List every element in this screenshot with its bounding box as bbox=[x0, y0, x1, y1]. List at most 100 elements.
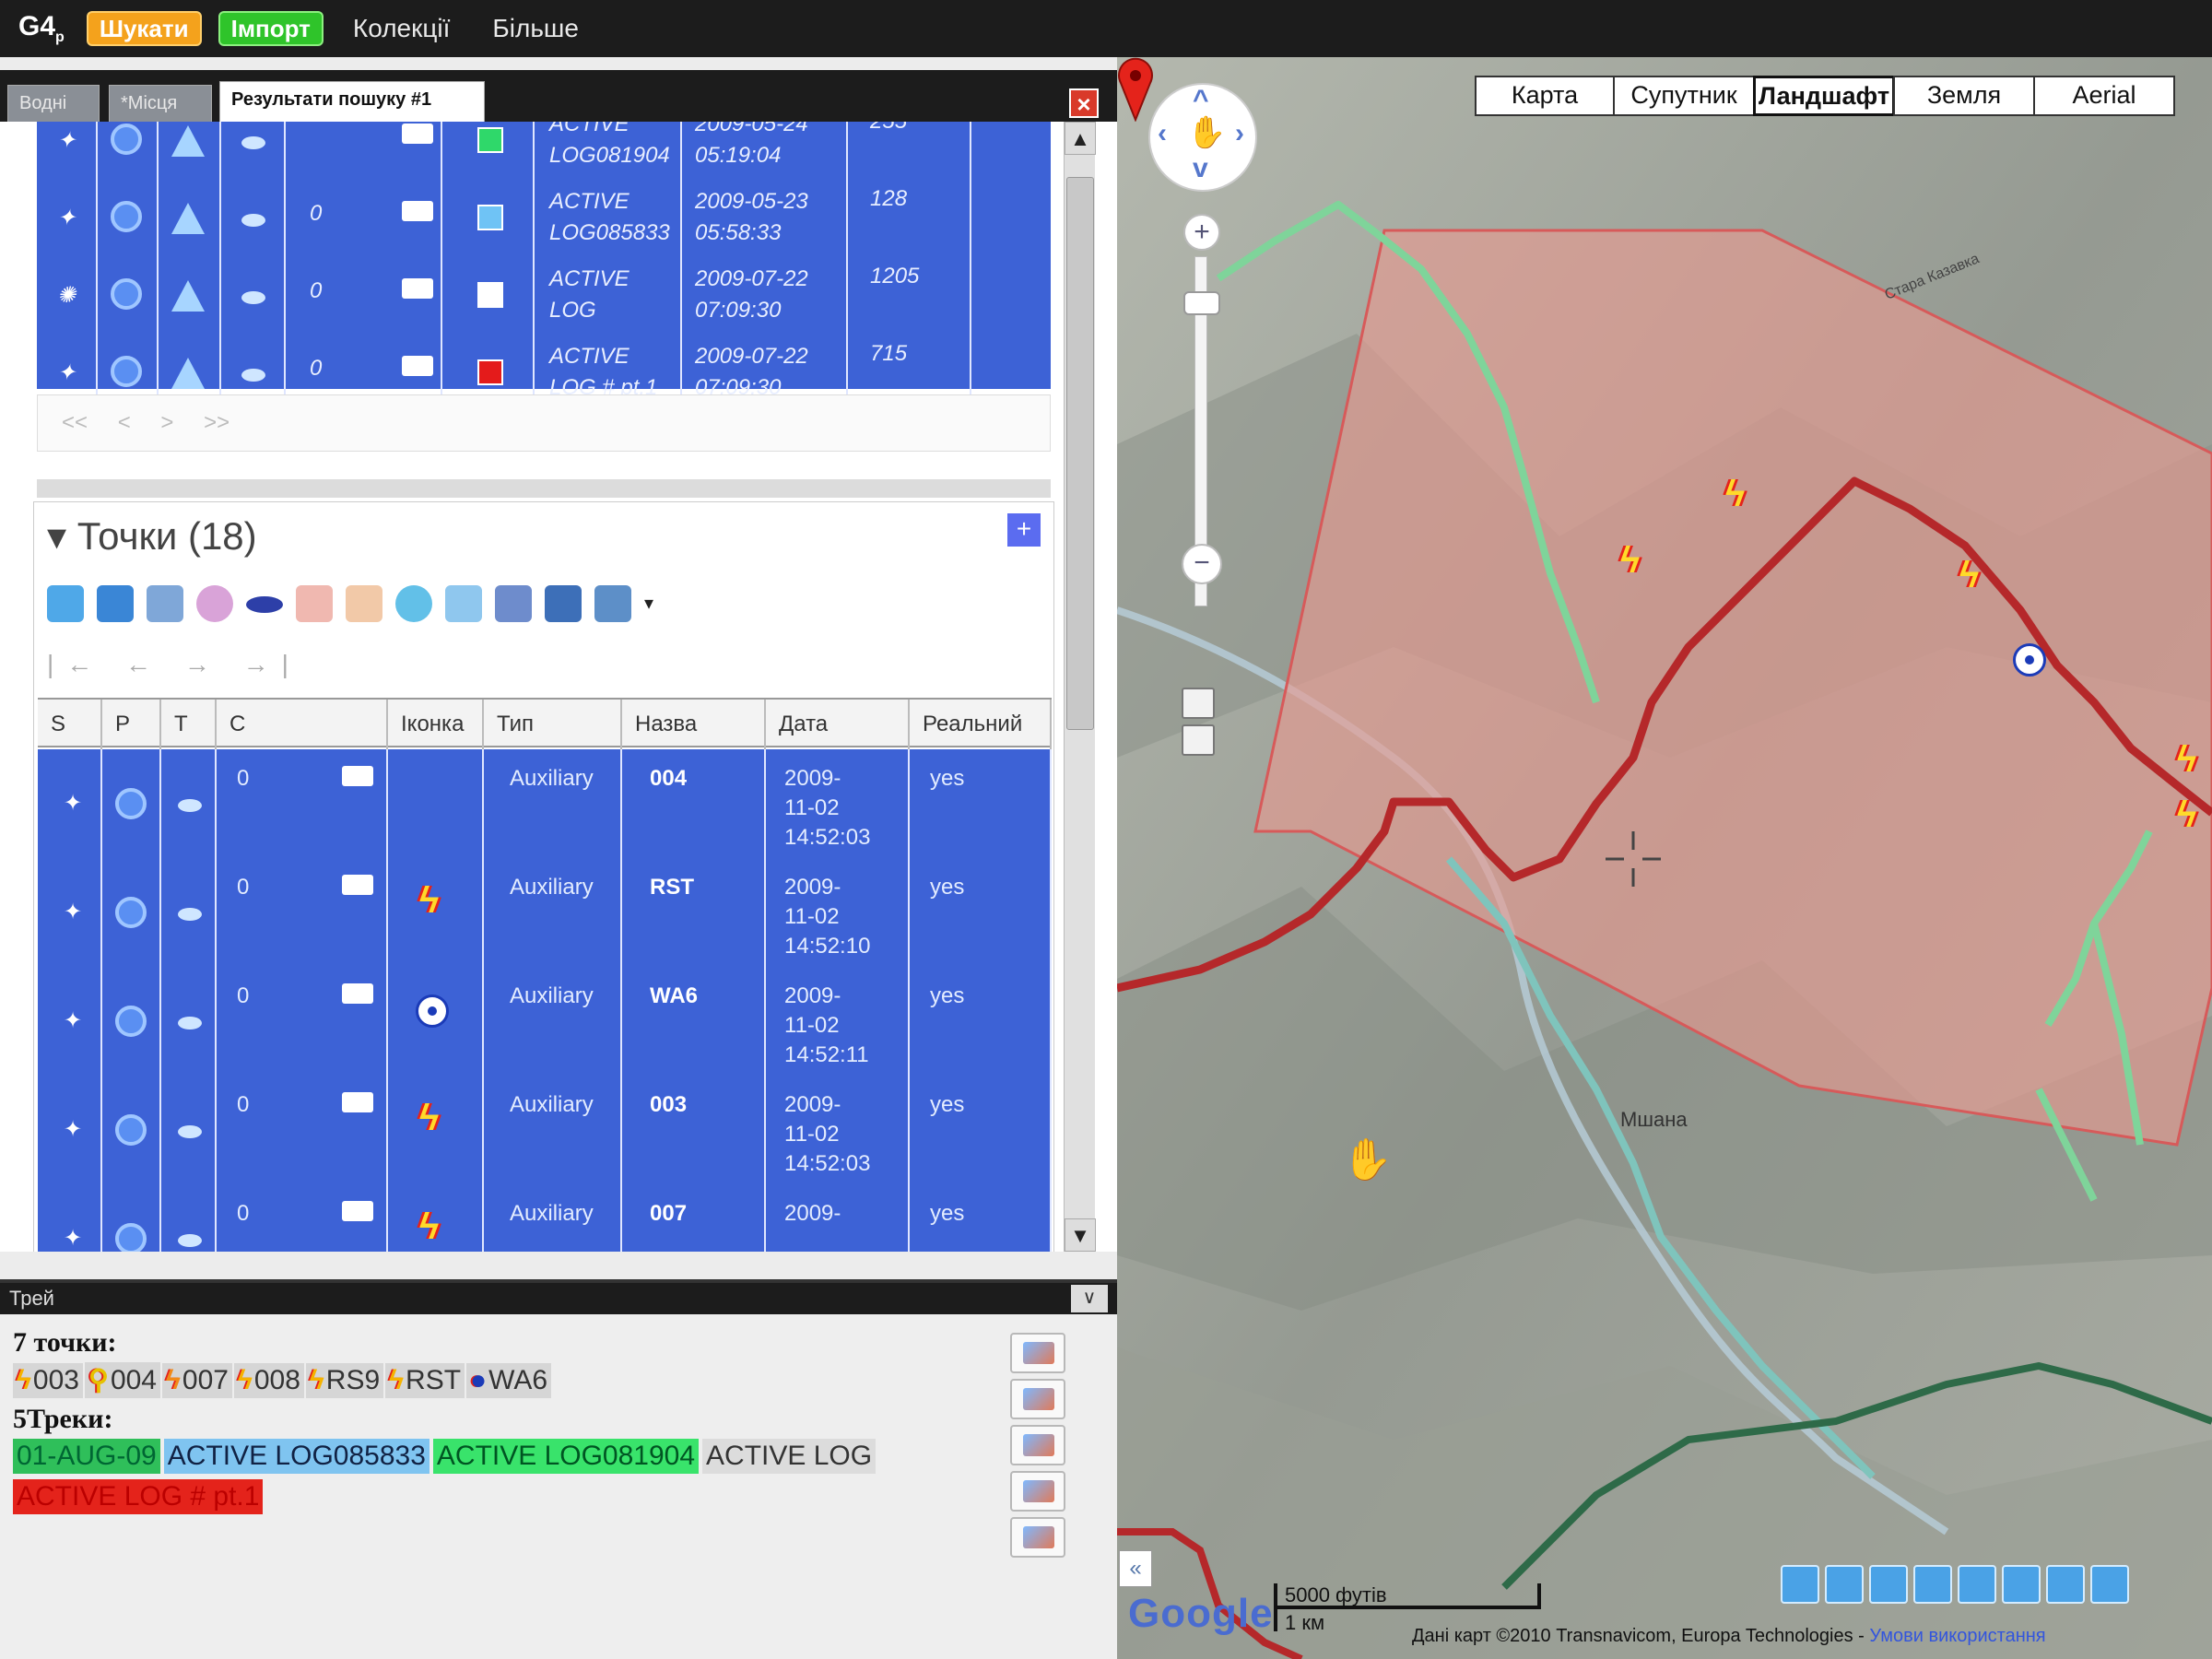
tray-track-chip[interactable]: ACTIVE LOG # pt.1 bbox=[13, 1479, 264, 1514]
water-drop-icon[interactable] bbox=[416, 994, 449, 1028]
target-icon[interactable] bbox=[115, 1006, 147, 1037]
eye-icon[interactable] bbox=[178, 799, 202, 812]
zoom-in-button[interactable]: + bbox=[1183, 214, 1220, 251]
scroll-down-arrow[interactable]: ▼ bbox=[1065, 1218, 1096, 1252]
vertical-scrollbar[interactable]: ▲ ▼ bbox=[1064, 122, 1096, 1252]
collections-menu[interactable]: Колекції bbox=[340, 14, 463, 43]
waypoint-zigzag-icon[interactable]: ϟ bbox=[2177, 794, 2196, 836]
warning-icon[interactable] bbox=[171, 358, 205, 389]
tray-track-chip[interactable]: ACTIVE LOG085833 bbox=[163, 1439, 429, 1474]
flame-icon[interactable]: ϟ bbox=[419, 1206, 439, 1248]
map-view[interactable]: ϟ ϟ ϟ ϟ ϟ Мшана Стара Казавка ✋ Карта Су… bbox=[1117, 57, 2212, 1659]
map-tool-select-icon[interactable] bbox=[1781, 1565, 1819, 1604]
map-type-satellite[interactable]: Супутник bbox=[1613, 76, 1755, 116]
point-row[interactable]: ✦ 0 ϟ Auxiliary 003 2009- 11-02 14:52:03 yes bbox=[38, 1076, 1052, 1184]
tray-point-chip[interactable]: ϟ007 bbox=[162, 1363, 232, 1398]
terms-link[interactable]: Умови використання bbox=[1869, 1626, 2045, 1646]
column-header[interactable]: Тип bbox=[484, 700, 622, 749]
select-star-icon[interactable]: ✺ bbox=[57, 282, 76, 309]
tray-map-button[interactable] bbox=[1010, 1471, 1065, 1512]
track-name[interactable]: ACTIVE LOG081904 bbox=[549, 122, 670, 171]
map-marker-icon[interactable] bbox=[1117, 57, 1154, 122]
comment-icon[interactable] bbox=[342, 1092, 373, 1112]
tray-track-chip[interactable]: ACTIVE LOG bbox=[702, 1439, 877, 1474]
point-row[interactable]: ✦ 0 ϟ Auxiliary 007 2009- yes bbox=[38, 1184, 1052, 1252]
waypoint-zigzag-icon[interactable]: ϟ bbox=[1725, 474, 1745, 515]
eye-icon[interactable] bbox=[241, 291, 265, 304]
prev-page-button[interactable]: < bbox=[118, 410, 131, 435]
target-icon[interactable] bbox=[115, 788, 147, 819]
globe-icon[interactable] bbox=[395, 585, 432, 622]
map-tool-refresh-icon[interactable] bbox=[2002, 1565, 2041, 1604]
point-name[interactable]: RST bbox=[650, 873, 694, 902]
comment-icon[interactable] bbox=[402, 124, 433, 144]
map-type-earth[interactable]: Земля bbox=[1893, 76, 2035, 116]
tray-collapse-button[interactable]: ∨ bbox=[1071, 1285, 1108, 1312]
pan-right-icon[interactable]: › bbox=[1235, 118, 1244, 149]
select-star-icon[interactable]: ✦ bbox=[64, 1007, 82, 1034]
hide-icon[interactable] bbox=[196, 585, 233, 622]
column-header[interactable]: C bbox=[217, 700, 388, 749]
select-star-icon[interactable]: ✦ bbox=[64, 899, 82, 925]
map-type-terrain[interactable]: Ландшафт bbox=[1753, 76, 1895, 116]
tab-places[interactable]: *Місця bbox=[109, 85, 212, 122]
last-page-button[interactable]: >> bbox=[204, 410, 229, 435]
center-icon[interactable] bbox=[1182, 724, 1215, 756]
eye-icon[interactable] bbox=[178, 1125, 202, 1138]
more-menu[interactable]: Більше bbox=[479, 14, 592, 43]
tray-stats-button[interactable] bbox=[1010, 1425, 1065, 1465]
search-button[interactable]: Шукати bbox=[86, 11, 202, 46]
tab-water[interactable]: Водні bbox=[7, 85, 100, 122]
select-none-icon[interactable] bbox=[97, 585, 134, 622]
warning-icon[interactable] bbox=[171, 203, 205, 234]
collapse-panel-button[interactable]: « bbox=[1119, 1550, 1152, 1587]
tray-track-chip[interactable]: 01-AUG-09 bbox=[13, 1439, 160, 1474]
select-star-icon[interactable]: ✦ bbox=[57, 359, 76, 386]
map-type-map[interactable]: Карта bbox=[1475, 76, 1615, 116]
eye-icon[interactable] bbox=[178, 908, 202, 921]
zoom-slider-knob[interactable] bbox=[1183, 291, 1220, 315]
column-header[interactable]: Реальний bbox=[910, 700, 1052, 749]
next-page-button[interactable]: > bbox=[160, 410, 173, 435]
column-header[interactable]: Іконка bbox=[388, 700, 484, 749]
point-name[interactable]: 004 bbox=[650, 764, 687, 794]
track-color-swatch[interactable] bbox=[477, 359, 503, 385]
tray-point-chip[interactable]: ϟ003 bbox=[13, 1363, 83, 1398]
point-row[interactable]: ✦ 0 ϟ Auxiliary RST 2009- 11-02 14:52:10 yes bbox=[38, 858, 1052, 967]
comment-icon[interactable] bbox=[402, 278, 433, 299]
columns-icon[interactable] bbox=[445, 585, 482, 622]
track-row[interactable]: ✺ 0 ACTIVE LOG 2009-07-22 07:09:30 1205 bbox=[37, 258, 1051, 335]
waypoint-water-icon[interactable] bbox=[2013, 643, 2046, 677]
share-icon[interactable] bbox=[545, 585, 582, 622]
select-star-icon[interactable]: ✦ bbox=[57, 127, 76, 154]
tray-remove-button[interactable] bbox=[1010, 1379, 1065, 1419]
pan-control[interactable]: ^ ‹ › v ✋ bbox=[1148, 83, 1257, 192]
comment-icon[interactable] bbox=[342, 1201, 373, 1221]
point-row[interactable]: ✦ 0 Auxiliary WA6 2009- 11-02 14:52:11 yes bbox=[38, 967, 1052, 1076]
eye-icon[interactable] bbox=[178, 1234, 202, 1247]
comment-icon[interactable] bbox=[342, 983, 373, 1004]
zigzag-icon[interactable]: ϟ bbox=[419, 1098, 439, 1139]
target-icon[interactable] bbox=[115, 897, 147, 928]
tray-point-chip[interactable]: ϟ008 bbox=[233, 1363, 304, 1398]
points-nav[interactable]: |← ← → →| bbox=[47, 650, 301, 679]
scroll-up-arrow[interactable]: ▲ bbox=[1065, 122, 1096, 155]
first-page-button[interactable]: << bbox=[62, 410, 88, 435]
select-star-icon[interactable]: ✦ bbox=[64, 790, 82, 817]
waypoint-zigzag-icon[interactable]: ϟ bbox=[2177, 739, 2196, 781]
track-row[interactable]: ✦ ACTIVE LOG081904 2009-05-24 05:19:04 255 bbox=[37, 122, 1051, 181]
eye-icon[interactable] bbox=[246, 596, 283, 613]
comment-icon[interactable] bbox=[342, 766, 373, 786]
add-point-button[interactable]: + bbox=[1007, 513, 1041, 547]
eye-icon[interactable] bbox=[241, 214, 265, 227]
point-row[interactable]: ✦ 0 Auxiliary 004 2009- 11-02 14:52:03 yes bbox=[38, 749, 1052, 858]
map-tool-filter-icon[interactable] bbox=[1958, 1565, 1996, 1604]
import-button[interactable]: Імпорт bbox=[218, 11, 324, 46]
comment-icon[interactable] bbox=[402, 201, 433, 221]
column-header[interactable]: S bbox=[38, 700, 102, 749]
zoom-out-button[interactable]: − bbox=[1182, 544, 1222, 584]
column-header[interactable]: Дата bbox=[766, 700, 910, 749]
eye-icon[interactable] bbox=[241, 136, 265, 149]
app-logo[interactable]: G4p bbox=[18, 11, 65, 46]
column-header[interactable]: P bbox=[102, 700, 161, 749]
